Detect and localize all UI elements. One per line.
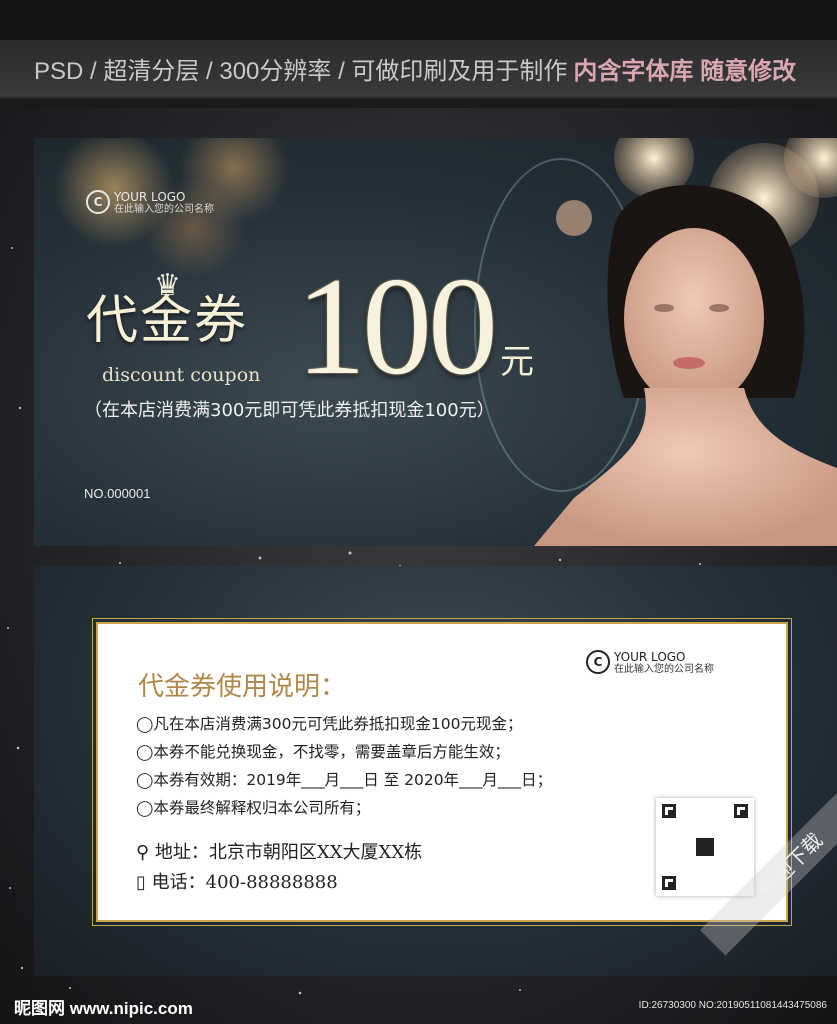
rule-item: ◯本券最终解释权归本公司所有； bbox=[136, 799, 371, 817]
back-logo-subtitle: 在此输入您的公司名称 bbox=[614, 664, 714, 675]
phone-icon: ▯ bbox=[136, 872, 146, 893]
image-id: ID:26730300 NO:20190511081443475086 bbox=[638, 1000, 827, 1011]
qr-code bbox=[656, 798, 754, 896]
back-logo-title: YOUR LOGO bbox=[614, 650, 686, 664]
qr-finder-icon bbox=[734, 804, 748, 818]
instructions-panel: C YOUR LOGO 在此输入您的公司名称 代金券使用说明： ◯凡在本店消费满… bbox=[96, 622, 788, 922]
model-photo bbox=[534, 138, 837, 546]
phone-line: ▯ 电话：400-88888888 bbox=[136, 868, 338, 894]
front-logo-title: YOUR LOGO bbox=[114, 190, 186, 204]
rule-item: ◯凡在本店消费满300元可凭此券抵扣现金100元现金； bbox=[136, 715, 523, 733]
address-line: ⚲ 地址：北京市朝阳区XX大厦XX栋 bbox=[136, 838, 422, 864]
coupon-condition: （在本店消费满300元即可凭此券抵扣现金100元） bbox=[84, 400, 495, 421]
coupon-unit: 元 bbox=[500, 342, 534, 382]
site-watermark: 昵图网 www.nipic.com bbox=[14, 999, 193, 1018]
coupon-amount: 100 bbox=[296, 249, 498, 404]
location-pin-icon: ⚲ bbox=[136, 842, 150, 863]
rule-item: ◯本券有效期：2019年___月___日 至 2020年___月___日； bbox=[136, 771, 553, 789]
coupon-title: 代金券 bbox=[86, 291, 249, 351]
qr-finder-icon bbox=[662, 876, 676, 890]
address-text: 地址：北京市朝阳区XX大厦XX栋 bbox=[154, 842, 423, 863]
front-logo-subtitle: 在此输入您的公司名称 bbox=[114, 204, 214, 215]
rule-item: ◯本券不能兑换现金，不找零，需要盖章后方能生效； bbox=[136, 743, 510, 761]
serial-number: NO.000001 bbox=[84, 486, 151, 501]
coupon-front: C YOUR LOGO 在此输入您的公司名称 ♛ 代金券 discount co… bbox=[34, 138, 837, 546]
qr-finder-icon bbox=[662, 804, 676, 818]
spec-text: PSD / 超清分层 / 300分辨率 / 可做印刷及用于制作 bbox=[34, 57, 568, 85]
copyright-icon: C bbox=[86, 190, 110, 214]
copyright-icon: C bbox=[586, 650, 610, 674]
spec-line: PSD / 超清分层 / 300分辨率 / 可做印刷及用于制作 内含字体库 随意… bbox=[0, 44, 837, 92]
front-logo: C YOUR LOGO 在此输入您的公司名称 bbox=[86, 190, 214, 216]
phone-text: 电话：400-88888888 bbox=[151, 872, 338, 893]
coupon-title-en: discount coupon bbox=[102, 364, 261, 386]
spec-highlight: 内含字体库 随意修改 bbox=[573, 57, 797, 85]
back-logo: C YOUR LOGO 在此输入您的公司名称 bbox=[586, 650, 714, 676]
qr-center bbox=[696, 838, 714, 856]
instructions-title: 代金券使用说明： bbox=[138, 672, 347, 702]
